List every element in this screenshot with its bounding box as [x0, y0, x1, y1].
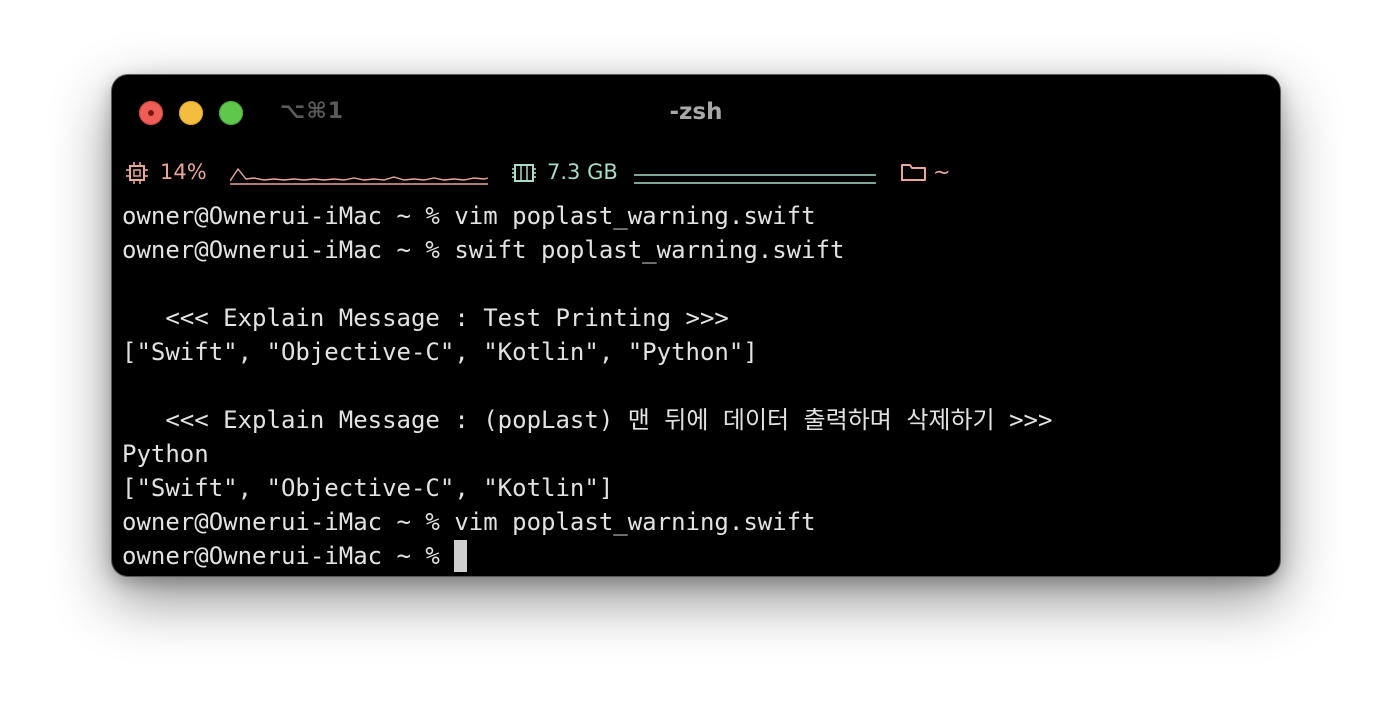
terminal-window: ⌥⌘1 -zsh 14% 7.3 GB ~ owner@Ownerui-iMac…: [112, 75, 1280, 576]
memory-icon: [512, 164, 536, 182]
memory-usage-label: 7.3 GB: [547, 160, 618, 184]
status-bar: 14% 7.3 GB ~: [124, 157, 1264, 187]
terminal-line: <<< Explain Message : (popLast) 맨 뒤에 데이터…: [122, 406, 1053, 434]
terminal-line: ["Swift", "Objective-C", "Kotlin"]: [122, 474, 614, 502]
terminal-line: <<< Explain Message : Test Printing >>>: [122, 304, 729, 332]
terminal-line: ["Swift", "Objective-C", "Kotlin", "Pyth…: [122, 338, 758, 366]
terminal-output[interactable]: owner@Ownerui-iMac ~ % vim poplast_warni…: [122, 199, 1272, 573]
terminal-line: Python: [122, 440, 209, 468]
text-cursor: [454, 540, 468, 572]
cpu-sparkline: [230, 167, 489, 185]
cpu-usage-label: 14%: [160, 160, 207, 184]
cpu-chip-icon: [126, 162, 148, 184]
current-directory-label: ~: [933, 160, 951, 184]
title-bar: ⌥⌘1 -zsh: [112, 75, 1280, 149]
terminal-line: owner@Ownerui-iMac ~ % swift poplast_war…: [122, 236, 845, 264]
prompt-text: owner@Ownerui-iMac ~ %: [122, 542, 455, 570]
folder-icon: [901, 164, 926, 181]
prompt-line[interactable]: owner@Ownerui-iMac ~ %: [122, 539, 1272, 573]
terminal-line: owner@Ownerui-iMac ~ % vim poplast_warni…: [122, 508, 816, 536]
memory-sparkline: [634, 174, 876, 184]
window-title: -zsh: [669, 99, 723, 125]
terminal-line: owner@Ownerui-iMac ~ % vim poplast_warni…: [122, 202, 816, 230]
